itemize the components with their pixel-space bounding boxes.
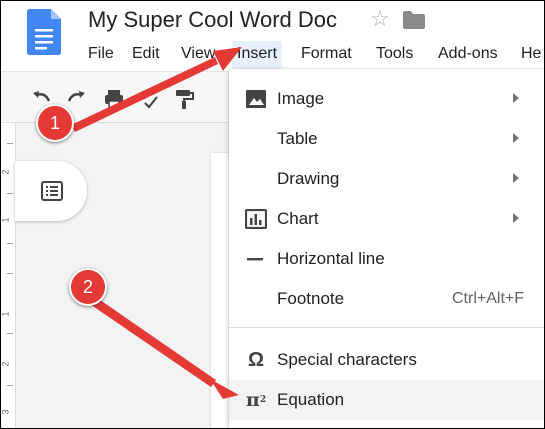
image-icon — [246, 90, 266, 108]
spellcheck-icon[interactable]: A — [137, 89, 159, 109]
ruler-number: 1 — [0, 311, 11, 317]
print-icon[interactable] — [103, 89, 125, 109]
menu-edit[interactable]: Edit — [127, 41, 165, 69]
vertical-ruler: 2 1 1 2 3 — [0, 123, 16, 428]
menu-item-footnote[interactable]: Footnote Ctrl+Alt+F — [229, 279, 544, 319]
menu-view[interactable]: View — [176, 41, 220, 69]
menu-item-label: Drawing — [277, 169, 340, 188]
paint-format-icon[interactable] — [173, 89, 195, 109]
menu-item-chart[interactable]: Chart — [229, 199, 544, 239]
submenu-arrow-icon — [513, 213, 519, 223]
horizontal-line-icon — [247, 258, 263, 261]
document-outline-button[interactable] — [15, 161, 87, 221]
pi-squared-icon: π2 — [245, 389, 267, 411]
ruler-tick — [7, 193, 13, 194]
menu-item-equation[interactable]: π2 Equation — [229, 380, 544, 420]
ruler-tick — [7, 273, 13, 274]
menu-format[interactable]: Format — [296, 41, 357, 69]
outline-list-icon — [41, 181, 63, 201]
menu-item-label: Chart — [277, 209, 319, 228]
folder-icon[interactable] — [403, 11, 425, 29]
menu-item-table[interactable]: Table — [229, 119, 544, 159]
menu-help[interactable]: He — [516, 41, 544, 69]
ruler-tick — [7, 143, 13, 144]
svg-text:A: A — [138, 90, 146, 102]
menu-item-special-characters[interactable]: Ω Special characters — [229, 340, 544, 380]
menu-item-label: Special characters — [277, 350, 417, 369]
ruler-tick — [7, 243, 13, 244]
ruler-number: 3 — [0, 409, 11, 415]
menu-bar: File Edit View Insert Format Tools Add-o… — [1, 41, 544, 69]
ruler-number: 2 — [0, 169, 11, 175]
menu-insert[interactable]: Insert — [232, 41, 283, 69]
menu-item-horizontal-line[interactable]: Horizontal line — [229, 239, 544, 279]
submenu-arrow-icon — [513, 173, 519, 183]
menu-item-label: Footnote — [277, 289, 345, 308]
screenshot-frame: My Super Cool Word Doc ☆ File Edit View … — [0, 0, 545, 429]
ruler-number: 1 — [0, 217, 11, 223]
keyboard-shortcut: Ctrl+Alt+F — [451, 290, 524, 307]
menu-tools[interactable]: Tools — [371, 41, 418, 69]
menu-add-ons[interactable]: Add-ons — [433, 41, 503, 69]
menu-item-label: Image — [277, 89, 325, 108]
menu-item-label: Horizontal line — [277, 249, 385, 268]
star-icon[interactable]: ☆ — [370, 6, 390, 32]
menu-file[interactable]: File — [83, 41, 119, 69]
ruler-tick — [7, 385, 13, 386]
redo-icon[interactable] — [65, 89, 87, 109]
step-2-badge: 2 — [69, 268, 107, 306]
submenu-arrow-icon — [513, 93, 519, 103]
menu-item-label: Equation — [277, 390, 345, 409]
menu-item-image[interactable]: Image — [229, 79, 544, 119]
menu-item-drawing[interactable]: Drawing — [229, 159, 544, 199]
document-title[interactable]: My Super Cool Word Doc — [88, 7, 337, 33]
ruler-number: 2 — [0, 361, 11, 367]
menu-separator — [229, 327, 544, 328]
submenu-arrow-icon — [513, 133, 519, 143]
omega-icon: Ω — [247, 349, 265, 371]
chart-icon — [245, 209, 267, 229]
step-1-badge: 1 — [36, 104, 74, 142]
ruler-tick — [7, 333, 13, 334]
menu-item-label: Table — [277, 129, 318, 148]
insert-menu-dropdown: Image Table Drawing Chart Horizontal lin… — [229, 69, 544, 428]
